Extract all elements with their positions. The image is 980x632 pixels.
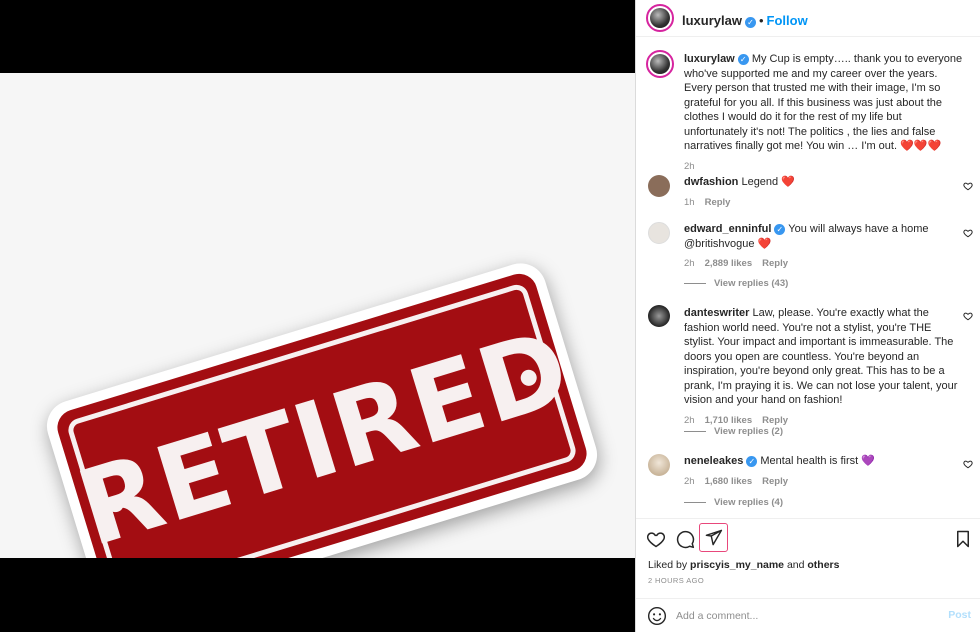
verified-badge-icon: ✓ xyxy=(744,17,756,28)
comment-time[interactable]: 2h xyxy=(684,415,695,426)
comment-likes[interactable]: 2,889 likes xyxy=(705,258,753,269)
view-replies-button[interactable]: View replies (4) xyxy=(684,497,783,508)
comment-username[interactable]: danteswriter xyxy=(684,307,749,319)
comment-username[interactable]: neneleakes xyxy=(684,455,743,467)
view-replies-label: View replies (2) xyxy=(714,426,783,437)
comment-username[interactable]: edward_enninful xyxy=(684,223,771,235)
caption-username[interactable]: luxurylaw xyxy=(684,53,735,65)
retired-sticker: RETIRED xyxy=(40,256,604,558)
reply-button[interactable]: Reply xyxy=(762,476,788,487)
liked-by-others[interactable]: others xyxy=(807,559,839,571)
verified-badge-icon: ✓ xyxy=(746,456,758,467)
verified-badge-icon: ✓ xyxy=(737,54,749,65)
comment-avatar[interactable] xyxy=(648,454,670,476)
view-replies-label: View replies (43) xyxy=(714,278,789,289)
like-comment-heart-icon[interactable] xyxy=(963,311,973,321)
view-replies-button[interactable]: View replies (43) xyxy=(684,278,788,289)
like-comment-heart-icon[interactable] xyxy=(963,459,973,469)
comments-list[interactable]: luxurylaw ✓ My Cup is empty….. thank you … xyxy=(636,38,980,518)
like-comment-heart-icon[interactable] xyxy=(963,228,973,238)
post-timestamp[interactable]: 2 HOURS AGO xyxy=(648,576,704,585)
comment-item: danteswriter Law, please. You're exactly… xyxy=(684,306,964,428)
post-image: RETIRED xyxy=(0,73,635,558)
liked-by-user[interactable]: priscyis_my_name xyxy=(690,559,784,571)
reply-button[interactable]: Reply xyxy=(705,197,731,208)
reply-button[interactable]: Reply xyxy=(762,258,788,269)
comment-item: dwfashion Legend ❤️ 1h Reply xyxy=(684,175,964,210)
header-avatar[interactable] xyxy=(646,4,674,32)
view-replies-button[interactable]: View replies (2) xyxy=(684,426,783,437)
comment-text: Legend ❤️ xyxy=(741,176,795,188)
like-comment-heart-icon[interactable] xyxy=(963,181,973,191)
post-media[interactable]: RETIRED xyxy=(0,0,635,632)
comment-input[interactable] xyxy=(676,607,926,625)
comment-username[interactable]: dwfashion xyxy=(684,176,738,188)
comment-text: Law, please. You're exactly what the fas… xyxy=(684,307,958,406)
caption: luxurylaw ✓ My Cup is empty….. thank you … xyxy=(684,52,964,174)
comment-avatar[interactable] xyxy=(648,222,670,244)
caption-avatar[interactable] xyxy=(646,50,674,78)
post-actions: Liked by priscyis_my_name and others 2 H… xyxy=(636,518,980,630)
comment-bubble-icon[interactable] xyxy=(675,529,695,549)
comment-avatar[interactable] xyxy=(648,175,670,197)
post-viewer: RETIRED luxurylaw ✓ • Follow luxurylaw ✓ My … xyxy=(0,0,980,632)
comment-time[interactable]: 2h xyxy=(684,258,695,269)
view-replies-label: View replies (4) xyxy=(714,497,783,508)
comment-text: Mental health is first 💜 xyxy=(760,455,875,467)
emoji-smiley-icon[interactable] xyxy=(647,606,667,626)
liked-by: Liked by priscyis_my_name and others xyxy=(648,559,839,571)
share-button[interactable] xyxy=(699,523,728,552)
reply-button[interactable]: Reply xyxy=(762,415,788,426)
header-username[interactable]: luxurylaw xyxy=(682,13,742,28)
add-comment-bar: Post xyxy=(636,598,980,632)
like-heart-icon[interactable] xyxy=(646,529,666,549)
share-paper-plane-icon xyxy=(705,529,723,546)
caption-time[interactable]: 2h xyxy=(684,161,695,172)
post-side-panel: luxurylaw ✓ • Follow luxurylaw ✓ My Cup is e… xyxy=(635,0,980,632)
comment-time[interactable]: 2h xyxy=(684,476,695,487)
comment-likes[interactable]: 1,680 likes xyxy=(705,476,753,487)
comment-item: edward_enninful ✓ You will always have a … xyxy=(684,222,964,272)
comment-item: neneleakes ✓ Mental health is first 💜 2h 1… xyxy=(684,454,964,489)
save-bookmark-icon[interactable] xyxy=(954,529,972,549)
post-comment-button[interactable]: Post xyxy=(948,609,971,621)
liked-by-and: and xyxy=(786,559,805,571)
follow-button[interactable]: Follow xyxy=(767,13,808,28)
verified-badge-icon: ✓ xyxy=(774,224,786,235)
comment-avatar[interactable] xyxy=(648,305,670,327)
comment-time[interactable]: 1h xyxy=(684,197,695,208)
header-separator: • xyxy=(758,13,764,28)
stamp-plate: RETIRED xyxy=(52,269,592,558)
comment-likes[interactable]: 1,710 likes xyxy=(705,415,753,426)
caption-text: My Cup is empty….. thank you to everyone… xyxy=(684,53,963,152)
liked-by-prefix: Liked by xyxy=(648,559,688,571)
post-header: luxurylaw ✓ • Follow xyxy=(636,0,980,37)
